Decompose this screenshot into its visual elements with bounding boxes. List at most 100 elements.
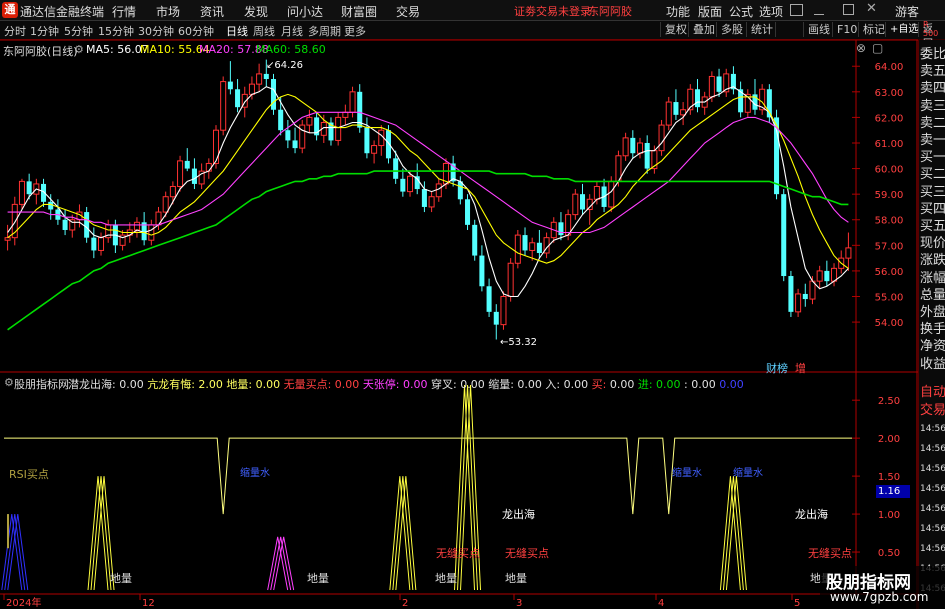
indicator-value-6: 缩量: 0.00 — [488, 378, 546, 391]
candle-body — [522, 235, 528, 251]
candle-body — [493, 311, 499, 325]
candle-body — [349, 91, 356, 113]
candle-body — [184, 160, 190, 169]
sidebar-item-6[interactable]: 买一 — [920, 149, 945, 166]
time-label-4: 14:56 — [920, 504, 945, 514]
candle-body — [781, 194, 787, 277]
candle-body — [673, 102, 679, 115]
candle-body — [26, 181, 32, 195]
sidebar-item-14[interactable]: 总量 — [920, 287, 945, 304]
candle-body — [630, 137, 636, 154]
candle-body — [529, 242, 536, 251]
candle-body — [148, 224, 155, 241]
price-axis-label: 56.00 — [875, 267, 904, 278]
watermark-url: www.7gpzb.com — [830, 590, 929, 604]
indicator-value-7: 入: 0.00 — [545, 378, 592, 391]
sidebar-item-1[interactable]: 卖五 — [920, 63, 945, 80]
indicator-axis-label: 1.00 — [878, 510, 900, 521]
candle-body — [48, 201, 54, 210]
candle-body — [428, 196, 435, 208]
candle-body — [385, 130, 391, 159]
sidebar-item-4[interactable]: 卖二 — [920, 115, 945, 132]
diliang-label-1: 地量 — [110, 572, 132, 585]
indicator-value-8: 买: — [591, 378, 610, 391]
candle-body — [636, 142, 644, 154]
candle-body — [393, 158, 399, 179]
candle-body — [169, 185, 176, 198]
candle-body — [816, 270, 823, 282]
high-price-label: 64.26 — [274, 60, 304, 71]
candle-body — [579, 194, 586, 210]
value-box: 1.16 — [876, 485, 910, 498]
rsi-buy-label: RSI买点 — [9, 468, 49, 481]
diliang-label-3: 地量 — [435, 572, 457, 585]
price-axis-label: 60.00 — [875, 165, 904, 176]
candle-body — [4, 237, 11, 241]
candle-body — [270, 79, 277, 110]
indicator-gear-icon[interactable]: ⚙ — [4, 376, 14, 389]
sidebar-item-11[interactable]: 现价 — [920, 235, 945, 252]
sidebar-item-17[interactable]: 净资 — [920, 338, 945, 355]
candle-body — [472, 224, 478, 256]
indicator-value-11: : 0.00 — [684, 378, 720, 391]
sidebar-item-13[interactable]: 涨幅 — [920, 270, 945, 287]
corner-badge: R 500 — [923, 20, 938, 38]
indicator-axis-label: 1.50 — [878, 472, 900, 483]
candle-body — [191, 168, 197, 184]
indicator-spike — [722, 476, 744, 591]
candle-body — [84, 212, 90, 238]
indicator-name: 股朋指标网 — [14, 378, 69, 391]
candle-body — [622, 137, 629, 157]
ma-line-ma20 — [7, 111, 849, 234]
sidebar-item-16[interactable]: 换手 — [920, 321, 945, 338]
candle-body — [465, 199, 471, 225]
price-axis-label: 55.00 — [875, 293, 904, 304]
indicator-spike — [270, 536, 292, 591]
candle-body — [205, 162, 212, 172]
candle-body — [220, 81, 227, 131]
zeng-badge[interactable]: 增 — [795, 360, 806, 376]
sidebar-item-2[interactable]: 卖四 — [920, 80, 945, 97]
indicator-value-0: 潜龙出海: 0.00 — [68, 378, 148, 391]
indicator-value-12: 0.00 — [719, 378, 744, 391]
sidebar-item-7[interactable]: 买二 — [920, 166, 945, 183]
low-price-label: 53.32 — [508, 337, 538, 348]
candle-body — [263, 73, 269, 80]
sidebar-item-5[interactable]: 卖一 — [920, 132, 945, 149]
price-axis-label: 63.00 — [875, 88, 904, 99]
suoliang-label-3: 缩量水 — [733, 468, 763, 479]
indicator-value-5: 穿叉: 0.00 — [431, 378, 489, 391]
candle-body — [371, 145, 378, 154]
indicator-sidebar-0[interactable]: 自动 — [920, 384, 945, 402]
indicator-value-1: 亢龙有悔: 2.00 — [147, 378, 227, 391]
candle-body — [608, 180, 615, 208]
sidebar-item-9[interactable]: 买四 — [920, 201, 945, 218]
corner-r: R — [923, 20, 929, 29]
candle-body — [98, 237, 105, 251]
price-axis-label: 61.00 — [875, 139, 904, 150]
sidebar-item-0[interactable]: 委比 — [920, 46, 945, 63]
candle-body — [91, 237, 97, 251]
indicator-value-10: 进: 0.00 — [637, 378, 685, 391]
indicator-sidebar-1[interactable]: 交易 — [920, 402, 945, 420]
sidebar-item-8[interactable]: 买三 — [920, 184, 945, 201]
caiwu-badge[interactable]: 财榜 — [766, 360, 788, 376]
wuliang-label-1: 无缝买点 — [436, 547, 480, 560]
candle-body — [248, 83, 255, 95]
candle-body — [572, 193, 579, 216]
watermark: 股朋指标网 www.7gpzb.com — [820, 566, 945, 609]
diliang-label-2: 地量 — [307, 572, 329, 585]
sidebar-item-10[interactable]: 买五 — [920, 218, 945, 235]
sidebar-item-18[interactable]: 收益 — [920, 356, 945, 373]
sidebar-item-12[interactable]: 涨跌 — [920, 252, 945, 269]
candle-body — [364, 127, 370, 154]
kline-chart[interactable]: 64.00 63.00 62.00 61.00 60.00 59.00 58.00 57.00… — [0, 0, 918, 609]
candle-body — [256, 73, 263, 85]
time-label-0: 14:56 — [920, 424, 945, 434]
candle-body — [716, 76, 722, 92]
sidebar-item-15[interactable]: 外盘 — [920, 304, 945, 321]
longchuhai-label-1: 龙出海 — [502, 508, 535, 521]
candle-body — [658, 124, 665, 152]
sidebar-item-3[interactable]: 卖三 — [920, 98, 945, 115]
low-price-marker: ←53.32 — [500, 337, 538, 348]
